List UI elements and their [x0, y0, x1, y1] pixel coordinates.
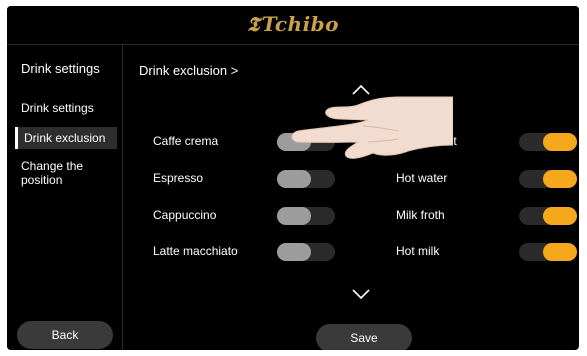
drink-label-cafe-au-lait: Café au lait: [396, 134, 457, 148]
toggle-knob: [277, 207, 311, 225]
toggle-knob: [543, 207, 577, 225]
main-panel: Drink exclusion > Caffe crema Espresso C…: [123, 45, 579, 350]
toggle-knob: [277, 170, 311, 188]
header-bar: 𝕿 Tchibo: [7, 6, 579, 45]
toggle-espresso[interactable]: [277, 170, 335, 188]
toggle-hot-milk[interactable]: [519, 243, 577, 261]
toggle-cafe-au-lait[interactable]: [519, 133, 577, 151]
toggle-hot-water[interactable]: [519, 170, 577, 188]
save-button-label: Save: [350, 331, 378, 345]
toggle-latte-macchiato[interactable]: [277, 243, 335, 261]
toggle-cappuccino[interactable]: [277, 207, 335, 225]
sidebar-item-change-position[interactable]: Change the position: [15, 155, 115, 191]
sidebar-title: Drink settings: [21, 61, 100, 76]
device-screen: 𝕿 Tchibo Drink settings Drink settings Dr…: [7, 6, 579, 350]
drink-label-milk-froth: Milk froth: [396, 208, 445, 222]
back-button[interactable]: Back: [17, 321, 113, 349]
brand-mark-icon: 𝕿: [246, 12, 260, 36]
sidebar: Drink settings Drink settings Drink excl…: [7, 45, 123, 350]
page-title: Drink exclusion >: [139, 63, 239, 78]
toggle-knob: [277, 133, 311, 151]
brand-logo: 𝕿 Tchibo: [7, 12, 579, 36]
drink-label-hot-water: Hot water: [396, 171, 448, 185]
sidebar-item-drink-settings[interactable]: Drink settings: [15, 97, 117, 119]
brand-name: Tchibo: [261, 12, 339, 36]
drink-label-espresso: Espresso: [153, 171, 204, 185]
sidebar-item-label: Change the position: [21, 159, 84, 187]
sidebar-item-drink-exclusion[interactable]: Drink exclusion: [15, 127, 117, 149]
drink-label-hot-milk: Hot milk: [396, 244, 440, 258]
drink-label-cappuccino: Cappuccino: [153, 208, 217, 222]
toggle-milk-froth[interactable]: [519, 207, 577, 225]
drink-label-caffe-crema: Caffe crema: [153, 134, 219, 148]
chevron-down-icon[interactable]: [351, 287, 371, 301]
chevron-up-icon[interactable]: [351, 83, 371, 97]
toggle-caffe-crema[interactable]: [277, 133, 335, 151]
sidebar-item-label: Drink settings: [21, 101, 94, 115]
back-button-label: Back: [51, 328, 79, 342]
drink-label-latte-macchiato: Latte macchiato: [153, 244, 238, 258]
save-button[interactable]: Save: [316, 324, 412, 350]
toggle-knob: [277, 243, 311, 261]
toggle-knob: [543, 170, 577, 188]
sidebar-item-label: Drink exclusion: [24, 131, 106, 145]
toggle-knob: [543, 243, 577, 261]
toggle-knob: [543, 133, 577, 151]
